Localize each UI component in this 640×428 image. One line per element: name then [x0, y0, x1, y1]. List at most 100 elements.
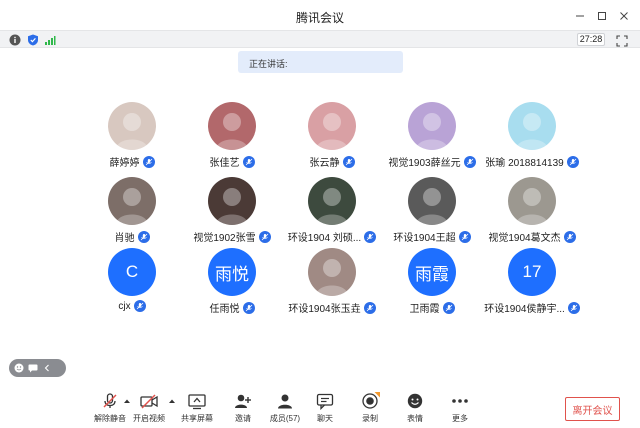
audio-options-chevron-icon[interactable] — [123, 392, 131, 403]
participant-avatar — [408, 177, 456, 225]
collapse-chevron-icon[interactable] — [42, 363, 52, 373]
signal-strength-icon[interactable] — [44, 34, 56, 46]
members-label: 成员(57) — [269, 414, 301, 423]
avatar-text: 雨悦 — [215, 264, 249, 284]
mic-muted-icon — [342, 155, 355, 168]
invite-user-icon — [232, 392, 254, 410]
close-icon[interactable] — [614, 6, 634, 26]
share-screen-button[interactable]: 共享屏幕 — [174, 392, 220, 428]
participant-avatar: C — [108, 248, 156, 296]
avatar-photo-icon — [416, 113, 448, 150]
leave-meeting-button[interactable]: 离开会议 — [565, 397, 620, 421]
participant-avatar — [408, 102, 456, 150]
chat-small-icon[interactable] — [28, 363, 38, 373]
avatar-text: 17 — [522, 262, 542, 281]
camera-off-icon — [138, 392, 160, 410]
emoji-button[interactable]: 表情 — [392, 392, 438, 428]
window-controls — [570, 6, 634, 26]
avatar-photo-icon — [116, 113, 148, 150]
mic-muted-icon — [563, 230, 576, 243]
maximize-icon[interactable] — [592, 6, 612, 26]
participant-name: 环设1904侯静宇... — [484, 304, 565, 315]
avatar-photo-icon — [316, 259, 348, 296]
mic-muted-icon — [137, 230, 150, 243]
participant-avatar — [208, 177, 256, 225]
mic-muted-icon — [567, 301, 580, 314]
record-icon — [359, 392, 381, 410]
avatar-photo-icon — [516, 113, 548, 150]
participant-name-row: 环设1904侯静宇... — [462, 300, 602, 315]
window-title: 腾讯会议 — [295, 11, 344, 25]
participant-name-row: 张瑜 2018814139 — [462, 154, 602, 169]
participant-name: 肖驰 — [114, 233, 135, 244]
participant-name-row: 视觉1904葛文杰 — [462, 229, 602, 244]
participant-tile[interactable]: 视觉1904葛文杰 — [472, 177, 592, 247]
participant-avatar — [308, 177, 356, 225]
start-video-label: 开启视频 — [133, 414, 165, 423]
avatar-photo-icon — [216, 113, 248, 150]
avatar-photo-icon — [516, 188, 548, 225]
video-options-chevron-icon[interactable] — [168, 392, 176, 403]
avatar-text: C — [125, 262, 139, 281]
mic-muted-icon — [242, 155, 255, 168]
title-bar: 腾讯会议 — [0, 0, 640, 30]
participant-name: 环设1904 刘硕... — [287, 233, 362, 244]
participant-name: 薛婷婷 — [109, 158, 140, 169]
participant-avatar — [508, 177, 556, 225]
participant-name: 张佳艺 — [209, 158, 240, 169]
participant-tile[interactable]: 张瑜 2018814139 — [472, 102, 592, 172]
speaking-indicator: 正在讲话: — [238, 51, 403, 73]
participant-avatar: 17 — [508, 248, 556, 296]
participant-name: 视觉1904葛文杰 — [488, 233, 561, 244]
members-icon — [274, 392, 296, 410]
participant-name: 视觉1902张雪 — [193, 233, 256, 244]
floating-controls — [9, 359, 66, 377]
emoji-label: 表情 — [407, 414, 423, 423]
meeting-timer: 27:28 — [577, 33, 605, 46]
info-bar: 27:28 — [0, 30, 640, 48]
chat-label: 聊天 — [317, 414, 333, 423]
participant-name: 任雨悦 — [209, 304, 240, 315]
participant-tile[interactable]: 17 环设1904侯静宇... — [472, 248, 592, 318]
minimize-icon[interactable] — [570, 6, 590, 26]
more-label: 更多 — [452, 414, 468, 423]
emoji-icon — [404, 392, 426, 410]
participant-name: 卫雨霞 — [409, 304, 440, 315]
participant-name: 环设1904王超 — [393, 233, 456, 244]
participant-name: 张云静 — [309, 158, 340, 169]
more-icon — [449, 392, 471, 410]
participant-name: 张瑜 2018814139 — [485, 158, 564, 169]
record-label: 录制 — [362, 414, 378, 423]
participant-name: 视觉1903薛丝元 — [388, 158, 461, 169]
security-shield-icon[interactable] — [27, 34, 39, 46]
emoji-small-icon[interactable] — [14, 363, 24, 373]
participant-avatar — [108, 177, 156, 225]
participant-name: cjx — [118, 300, 131, 312]
fullscreen-icon[interactable] — [616, 34, 628, 47]
mic-muted-icon — [142, 155, 155, 168]
participant-name: 环设1904张玉垚 — [288, 304, 361, 315]
meeting-toolbar: 解除静音 开启视频 共享屏幕 邀请 成员(57) 聊天 录制 表情 更多 — [0, 386, 640, 428]
share-screen-icon — [186, 392, 208, 410]
participant-avatar: 雨霞 — [408, 248, 456, 296]
participant-avatar — [208, 102, 256, 150]
chat-button[interactable]: 聊天 — [302, 392, 348, 428]
more-button[interactable]: 更多 — [437, 392, 483, 428]
invite-label: 邀请 — [235, 414, 251, 423]
invite-button[interactable]: 邀请 — [220, 392, 266, 428]
microphone-muted-icon — [99, 392, 121, 410]
mic-muted-icon — [242, 301, 255, 314]
avatar-photo-icon — [116, 188, 148, 225]
avatar-photo-icon — [216, 188, 248, 225]
share-screen-label: 共享屏幕 — [181, 414, 213, 423]
start-video-button[interactable]: 开启视频 — [126, 392, 172, 428]
participant-avatar — [308, 102, 356, 150]
record-button[interactable]: 录制 — [347, 392, 393, 428]
participant-avatar — [108, 102, 156, 150]
participant-avatar — [308, 248, 356, 296]
participant-avatar: 雨悦 — [208, 248, 256, 296]
mic-muted-icon — [566, 155, 579, 168]
info-icon[interactable] — [9, 34, 21, 46]
mic-muted-icon — [442, 301, 455, 314]
participant-avatar — [508, 102, 556, 150]
